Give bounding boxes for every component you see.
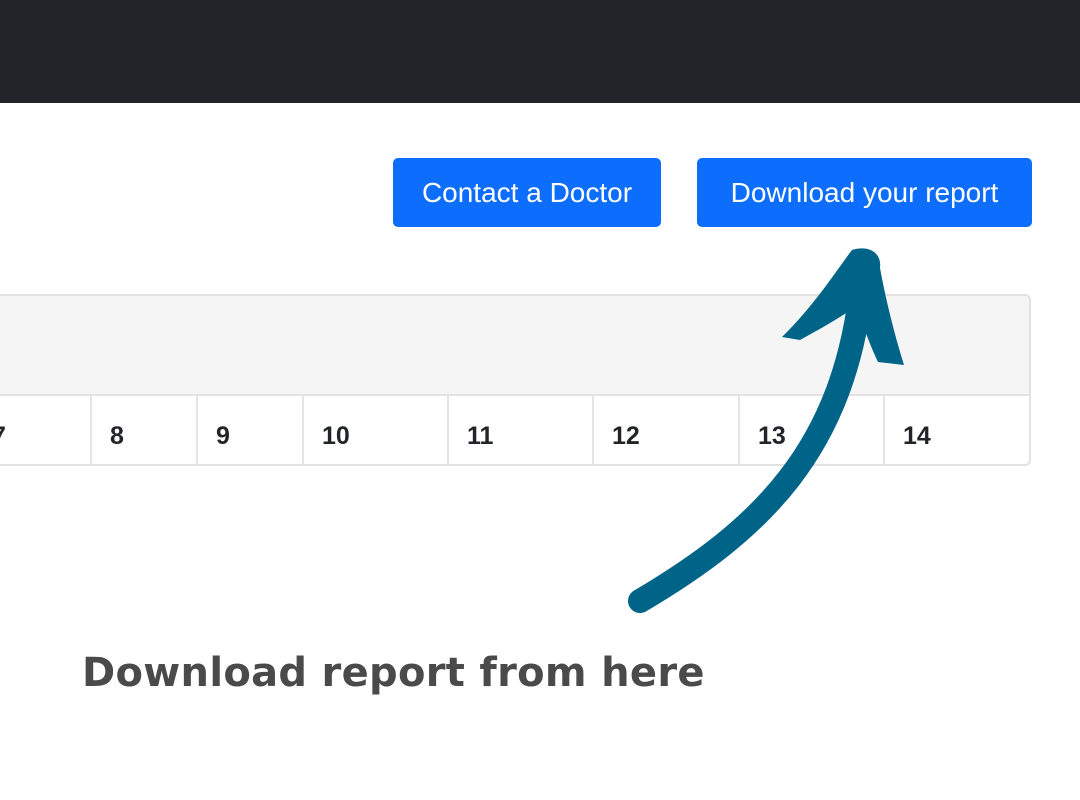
day-cell: 10 <box>304 396 449 464</box>
day-cell: 14 <box>885 396 1029 464</box>
top-navbar <box>0 0 1080 103</box>
day-cell: 8 <box>92 396 198 464</box>
download-report-button[interactable]: Download your report <box>697 158 1032 227</box>
day-number-row: 7 8 9 10 11 12 13 14 <box>0 396 1029 464</box>
day-cell: 11 <box>449 396 594 464</box>
day-cell: 12 <box>594 396 740 464</box>
annotation-caption: Download report from here <box>82 650 705 696</box>
day-cell: 7 <box>0 396 92 464</box>
calendar-table: 7 8 9 10 11 12 13 14 <box>0 294 1031 466</box>
table-header-row <box>0 296 1029 396</box>
contact-doctor-button[interactable]: Contact a Doctor <box>393 158 661 227</box>
day-cell: 9 <box>198 396 304 464</box>
day-cell: 13 <box>740 396 885 464</box>
